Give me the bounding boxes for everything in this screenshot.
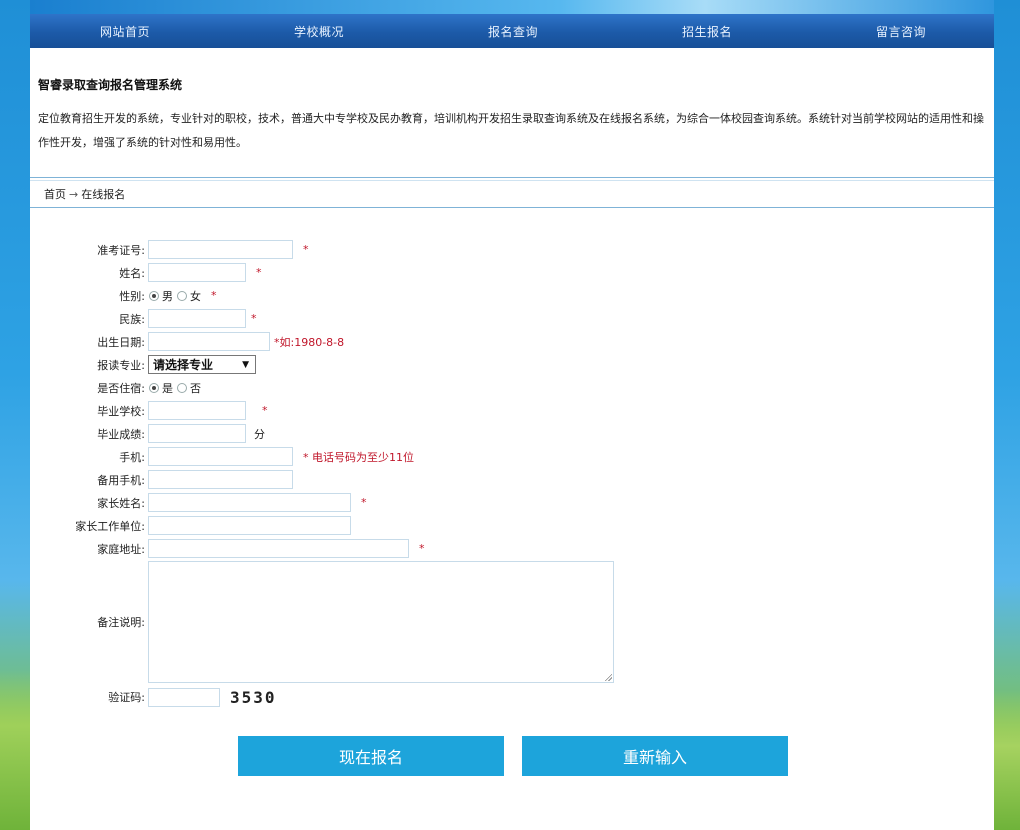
name-label: 姓名: xyxy=(119,266,145,280)
nav-item-message[interactable]: 留言咨询 xyxy=(876,23,926,40)
resize-grip-icon[interactable] xyxy=(604,673,612,681)
intro-title: 智睿录取查询报名管理系统 xyxy=(38,78,183,92)
form-row-school: 毕业学校: * xyxy=(30,399,994,422)
boarding-no-label: 否 xyxy=(190,381,201,395)
remark-textarea[interactable] xyxy=(148,561,614,683)
score-unit: 分 xyxy=(254,427,265,441)
name-required: * xyxy=(256,266,262,279)
breadcrumb-current: 在线报名 xyxy=(81,188,126,201)
submit-button[interactable]: 现在报名 xyxy=(238,736,504,776)
phone2-label: 备用手机: xyxy=(97,473,145,487)
parent-required: * xyxy=(361,496,367,509)
phone-label: 手机: xyxy=(119,450,145,464)
form-row-address: 家庭地址: * xyxy=(30,537,994,560)
boarding-yes-label: 是 xyxy=(162,381,173,395)
form-row-phone2: 备用手机: xyxy=(30,468,994,491)
gender-required: * xyxy=(211,289,217,302)
boarding-no-radio[interactable] xyxy=(177,382,187,393)
breadcrumb-home[interactable]: 首页 xyxy=(44,186,66,202)
form-row-birth: 出生日期: *如:1980-8-8 xyxy=(30,330,994,353)
form-buttons: 现在报名 重新输入 xyxy=(238,736,994,776)
form-row-parent-work: 家长工作单位: xyxy=(30,514,994,537)
ethnicity-input[interactable] xyxy=(148,309,246,328)
gender-male-radio[interactable] xyxy=(149,290,159,301)
nav-item-enroll-query[interactable]: 报名查询 xyxy=(488,23,538,40)
score-input[interactable] xyxy=(148,424,246,443)
breadcrumb: 首页 → 在线报名 xyxy=(30,180,994,208)
parent-work-input[interactable] xyxy=(148,516,351,535)
major-selected: 请选择专业 xyxy=(153,358,214,372)
boarding-label: 是否住宿: xyxy=(97,381,145,395)
phone-input[interactable] xyxy=(148,447,293,466)
gender-female-radio[interactable] xyxy=(177,290,187,301)
main-nav: 网站首页 学校概况 报名查询 招生报名 留言咨询 xyxy=(30,14,994,48)
enroll-form: 准考证号: * 姓名: * 性别: 男 女 * 民族: * 出生日期: *如:1… xyxy=(30,208,994,776)
form-row-gender: 性别: 男 女 * xyxy=(30,284,994,307)
gender-male-label: 男 xyxy=(162,289,173,303)
parent-label: 家长姓名: xyxy=(97,496,145,510)
captcha-input[interactable] xyxy=(148,687,220,707)
nav-item-school-overview[interactable]: 学校概况 xyxy=(294,23,344,40)
intro-section: 智睿录取查询报名管理系统 定位教育招生开发的系统，专业针对的职校，技术，普通大中… xyxy=(30,48,994,178)
exam-no-input[interactable] xyxy=(148,240,293,259)
parent-input[interactable] xyxy=(148,493,351,512)
birth-hint: *如:1980-8-8 xyxy=(274,335,345,349)
parent-work-label: 家长工作单位: xyxy=(75,519,145,533)
page-container: 网站首页 学校概况 报名查询 招生报名 留言咨询 智睿录取查询报名管理系统 定位… xyxy=(30,0,994,830)
phone-hint: * 电话号码为至少11位 xyxy=(303,450,414,464)
gender-option-male[interactable]: 男 xyxy=(149,288,173,304)
major-select[interactable]: 请选择专业 ▼ xyxy=(148,355,256,374)
form-row-remark: 备注说明: xyxy=(30,560,994,684)
captcha-image[interactable]: 3530 xyxy=(230,688,277,707)
score-label: 毕业成绩: xyxy=(97,427,145,441)
birth-label: 出生日期: xyxy=(97,335,145,349)
gender-option-female[interactable]: 女 xyxy=(177,288,201,304)
form-row-boarding: 是否住宿: 是 否 xyxy=(30,376,994,399)
remark-label: 备注说明: xyxy=(97,616,145,629)
exam-no-label: 准考证号: xyxy=(97,243,145,257)
form-row-parent: 家长姓名: * xyxy=(30,491,994,514)
form-row-captcha: 验证码: 3530 xyxy=(30,684,994,710)
school-required: * xyxy=(262,404,268,417)
major-label: 报读专业: xyxy=(97,358,145,372)
address-label: 家庭地址: xyxy=(97,542,145,556)
address-input[interactable] xyxy=(148,539,409,558)
ethnicity-required: * xyxy=(251,312,257,325)
reset-button[interactable]: 重新输入 xyxy=(522,736,788,776)
address-required: * xyxy=(419,542,425,555)
form-row-phone: 手机: * 电话号码为至少11位 xyxy=(30,445,994,468)
header-banner xyxy=(30,0,994,14)
school-label: 毕业学校: xyxy=(97,404,145,418)
form-row-score: 毕业成绩: 分 xyxy=(30,422,994,445)
boarding-yes-radio[interactable] xyxy=(149,382,159,393)
intro-text: 定位教育招生开发的系统，专业针对的职校，技术，普通大中专学校及民办教育，培训机构… xyxy=(38,112,984,149)
gender-female-label: 女 xyxy=(190,289,201,303)
captcha-label: 验证码: xyxy=(108,691,145,704)
nav-item-home[interactable]: 网站首页 xyxy=(100,23,150,40)
exam-no-required: * xyxy=(303,243,309,256)
school-input[interactable] xyxy=(148,401,246,420)
gender-label: 性别: xyxy=(119,289,145,303)
breadcrumb-separator: → xyxy=(69,187,79,201)
ethnicity-label: 民族: xyxy=(119,312,145,326)
nav-item-admission-enroll[interactable]: 招生报名 xyxy=(682,23,732,40)
name-input[interactable] xyxy=(148,263,246,282)
form-row-ethnicity: 民族: * xyxy=(30,307,994,330)
birth-input[interactable] xyxy=(148,332,270,351)
form-row-exam-no: 准考证号: * xyxy=(30,238,994,261)
phone2-input[interactable] xyxy=(148,470,293,489)
boarding-option-yes[interactable]: 是 xyxy=(149,380,173,396)
dropdown-arrow-icon: ▼ xyxy=(242,359,249,370)
form-row-major: 报读专业: 请选择专业 ▼ xyxy=(30,353,994,376)
boarding-option-no[interactable]: 否 xyxy=(177,380,201,396)
form-row-name: 姓名: * xyxy=(30,261,994,284)
